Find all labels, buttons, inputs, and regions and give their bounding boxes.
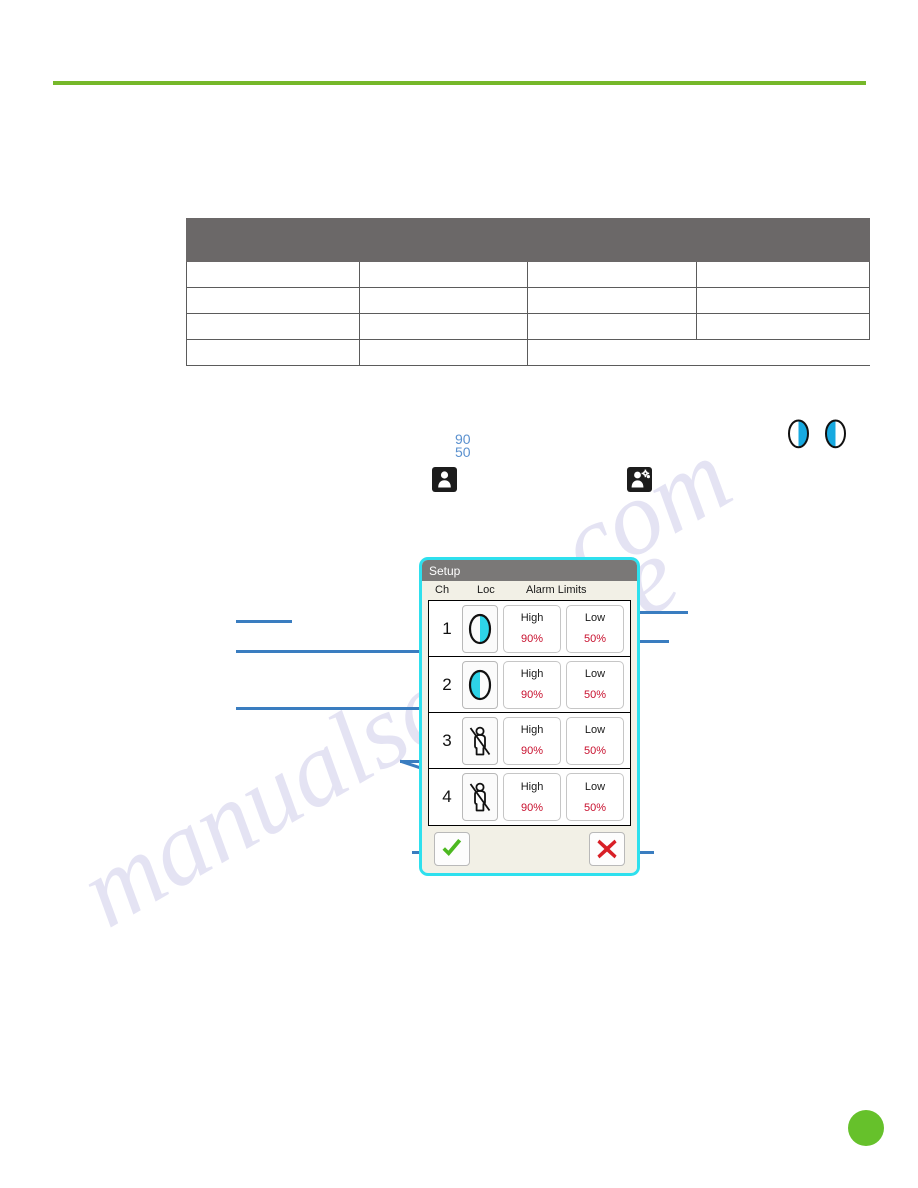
dialog-titlebar: Setup [422,560,637,581]
location-selector[interactable] [462,660,498,709]
table-cell [186,313,360,340]
high-limit-label: High [520,780,544,793]
table-cell [696,261,870,288]
high-limit-field[interactable]: High 90% [503,660,561,709]
table-cell [359,261,528,288]
column-header-location: Loc [477,584,495,596]
location-selector[interactable] [462,604,498,653]
column-header-alarm-limits: Alarm Limits [526,584,587,596]
patient-settings-icon [627,467,652,492]
dialog-column-headers: Ch Loc Alarm Limits [422,581,637,600]
low-limit-value: 50 [455,444,471,460]
table-header-cell [527,218,697,262]
low-limit-label: Low [584,668,606,680]
callout-leader-channel [236,620,292,623]
low-limit-field[interactable]: Low 50% [566,716,624,765]
table-cell [186,287,360,314]
callout-leader-location-row2 [236,707,422,710]
high-limit-label: High [520,612,544,624]
table-header-band [186,218,870,262]
table-cell [186,339,360,366]
callout-leader-limit-label [640,611,688,614]
table-cell [359,287,528,314]
table-cell [696,313,870,340]
high-limit-label: High [520,668,544,680]
channel-number: 4 [442,787,452,806]
location-left-icon [824,419,847,449]
table-cell [696,339,870,366]
table-header-cell [186,218,360,262]
high-limit-field[interactable]: High 90% [503,773,561,821]
low-limit-value: 50% [583,633,607,645]
table-cell [359,313,528,340]
table-cell [186,261,360,288]
table-header-cell [696,218,870,262]
check-icon [440,838,464,860]
location-selector[interactable] [462,716,498,765]
alarm-limits-readout: 90 50 [455,432,471,460]
header-divider [53,81,866,85]
table-cell [696,287,870,314]
channel-row[interactable]: 4 High 90% Low 50% [429,769,630,825]
high-limit-value: 90% [520,633,544,645]
location-right-icon [787,419,810,449]
patient-icon [432,467,457,492]
channel-row[interactable]: 1 High 90% Low 50% [429,601,630,657]
confirm-button[interactable] [434,832,470,866]
low-limit-label: Low [584,724,606,736]
low-limit-field[interactable]: Low 50% [566,773,624,821]
low-limit-field[interactable]: Low 50% [566,604,624,653]
setup-dialog: Setup Ch Loc Alarm Limits 1 High 90% Low… [419,557,640,876]
low-limit-label: Low [584,780,606,793]
page-number-marker [848,1110,884,1146]
high-limit-value: 90% [520,745,544,757]
table-row [186,261,870,288]
table-header-cell [359,218,528,262]
low-limit-value: 50% [583,801,607,814]
location-selector[interactable] [462,773,498,821]
low-limit-label: Low [584,612,606,624]
high-limit-value: 90% [520,689,544,701]
table-row [186,339,870,366]
channel-list: 1 High 90% Low 50% 2 High 90% Low 50% 3 … [428,600,631,826]
channel-row[interactable]: 2 High 90% Low 50% [429,657,630,713]
oval-fill-right-icon [468,613,492,645]
high-limit-field[interactable]: High 90% [503,716,561,765]
cancel-button[interactable] [589,832,625,866]
specification-table [186,218,870,366]
low-limit-value: 50% [583,745,607,757]
table-cell [527,261,697,288]
low-limit-value: 50% [583,689,607,701]
person-disabled-icon [467,725,493,757]
table-cell [527,339,697,366]
oval-fill-left-icon [468,669,492,701]
high-limit-label: High [520,724,544,736]
channel-number: 1 [442,618,452,638]
high-limit-value: 90% [520,801,544,814]
low-limit-field[interactable]: Low 50% [566,660,624,709]
channel-number: 3 [442,730,452,750]
table-row [186,313,870,340]
table-cell [527,287,697,314]
callout-leader-location-row1 [236,650,422,653]
high-limit-field[interactable]: High 90% [503,604,561,653]
dialog-title: Setup [429,563,461,578]
channel-number: 2 [442,674,452,694]
dialog-action-bar [422,829,637,871]
person-disabled-icon [467,781,493,813]
column-header-channel: Ch [435,584,450,596]
channel-row[interactable]: 3 High 90% Low 50% [429,713,630,769]
table-row [186,287,870,314]
table-cell [359,339,528,366]
cross-icon [596,838,618,860]
table-cell [527,313,697,340]
